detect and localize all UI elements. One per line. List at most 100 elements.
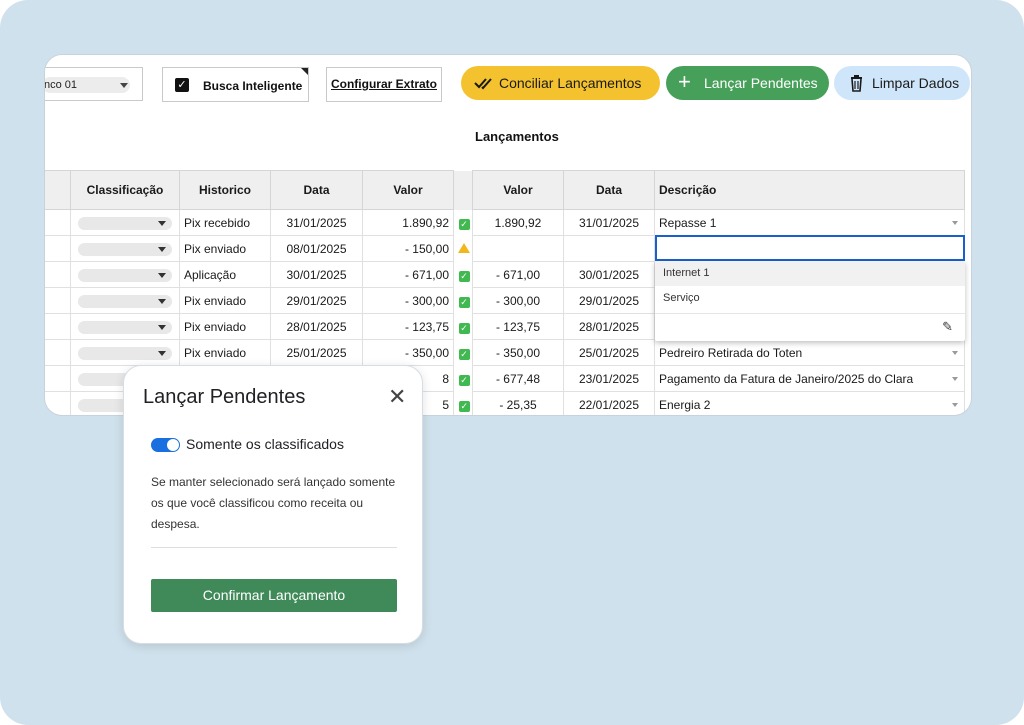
description-cell[interactable]: Repasse 1 xyxy=(654,209,965,236)
value-cell[interactable]: - 25,35 xyxy=(472,391,564,415)
table-row: Pix enviado 08/01/2025- 150,00 xyxy=(45,235,475,262)
post-pending-label: Lançar Pendentes xyxy=(704,75,818,91)
bank-select[interactable]: nco 01 xyxy=(45,67,143,101)
smart-search-toggle[interactable]: ✓ Busca Inteligente xyxy=(162,67,309,102)
value-cell[interactable] xyxy=(472,235,564,262)
classification-select[interactable] xyxy=(70,339,180,366)
classification-select[interactable] xyxy=(70,313,180,340)
chevron-down-icon xyxy=(158,299,166,304)
warning-icon xyxy=(458,242,470,253)
dropdown-option[interactable]: Internet 1 xyxy=(655,261,965,286)
section-title: Lançamentos xyxy=(475,129,559,144)
row-cell xyxy=(45,365,71,392)
value-cell[interactable]: - 300,00 xyxy=(472,287,564,314)
check-icon: ✓ xyxy=(458,322,470,334)
table-row: Pix enviado 28/01/2025- 123,75 ✓ xyxy=(45,313,475,340)
chevron-down-icon xyxy=(158,325,166,330)
description-text: Pagamento da Fatura de Janeiro/2025 do C… xyxy=(659,371,914,386)
column-header-blank xyxy=(45,170,71,210)
clear-data-label: Limpar Dados xyxy=(872,75,960,91)
value-cell[interactable]: - 677,48 xyxy=(472,365,564,392)
column-header-historico: Historico xyxy=(179,170,271,210)
description-text: Repasse 1 xyxy=(659,215,717,230)
checkbox-checked-icon[interactable]: ✓ xyxy=(175,78,189,92)
historico-cell[interactable]: Pix enviado xyxy=(179,313,271,340)
date-cell[interactable] xyxy=(563,235,655,262)
column-header-data: Data xyxy=(563,170,655,210)
dialog-description: Se manter selecionado será lançado somen… xyxy=(151,475,396,531)
configure-statement-button[interactable]: Configurar Extrato xyxy=(326,67,442,102)
historico-cell[interactable]: Pix recebido xyxy=(179,209,271,236)
value-cell[interactable]: 1.890,92 xyxy=(472,209,564,236)
table-row: Pix enviado 29/01/2025- 300,00 ✓ xyxy=(45,287,475,314)
description-text: Pedreiro Retirada do Toten xyxy=(659,345,803,360)
date-cell[interactable]: 29/01/2025 xyxy=(563,287,655,314)
chevron-down-icon xyxy=(952,221,958,225)
table-row: Pix recebido 31/01/2025 1.890,92 ✓ xyxy=(45,209,475,236)
description-cell[interactable]: Pagamento da Fatura de Janeiro/2025 do C… xyxy=(654,365,965,392)
check-icon: ✓ xyxy=(458,374,470,386)
historico-cell[interactable]: Pix enviado xyxy=(179,287,271,314)
row-cell xyxy=(45,235,71,262)
check-icon: ✓ xyxy=(458,348,470,360)
value-cell[interactable]: - 671,00 xyxy=(362,261,454,288)
clear-data-button[interactable]: Limpar Dados xyxy=(834,66,970,100)
reconcile-button[interactable]: Conciliar Lançamentos xyxy=(461,66,660,100)
pencil-icon[interactable]: ✎ xyxy=(942,319,953,335)
row-cell xyxy=(45,261,71,288)
historico-cell[interactable]: Pix enviado xyxy=(179,235,271,262)
date-cell[interactable]: 31/01/2025 xyxy=(270,209,363,236)
dropdown-option[interactable]: Serviço xyxy=(655,286,965,311)
value-cell[interactable]: - 300,00 xyxy=(362,287,454,314)
only-classified-toggle[interactable] xyxy=(151,438,180,452)
historico-cell[interactable]: Pix enviado xyxy=(179,339,271,366)
classification-select[interactable] xyxy=(70,287,180,314)
value-cell[interactable]: - 123,75 xyxy=(362,313,454,340)
check-icon: ✓ xyxy=(458,296,470,308)
description-text: Energia 2 xyxy=(659,397,711,412)
toggle-knob xyxy=(167,439,179,451)
date-cell[interactable]: 28/01/2025 xyxy=(270,313,363,340)
date-cell[interactable]: 25/01/2025 xyxy=(563,339,655,366)
confirm-post-button[interactable]: Confirmar Lançamento xyxy=(151,579,397,612)
date-cell[interactable]: 28/01/2025 xyxy=(563,313,655,340)
classification-select[interactable] xyxy=(70,261,180,288)
date-cell[interactable]: 23/01/2025 xyxy=(563,365,655,392)
date-cell[interactable]: 31/01/2025 xyxy=(563,209,655,236)
column-header-descricao: Descrição xyxy=(654,170,965,210)
bank-select-value: nco 01 xyxy=(45,77,130,93)
value-cell[interactable]: - 350,00 xyxy=(362,339,454,366)
table-row: - 25,35 22/01/2025 Energia 2 xyxy=(472,391,965,415)
historico-cell[interactable]: Aplicação xyxy=(179,261,271,288)
value-cell[interactable]: - 123,75 xyxy=(472,313,564,340)
column-header-classificacao: Classificação xyxy=(70,170,180,210)
post-pending-button[interactable]: + Lançar Pendentes xyxy=(666,66,829,100)
reconcile-label: Conciliar Lançamentos xyxy=(499,75,642,91)
value-cell[interactable]: - 350,00 xyxy=(472,339,564,366)
date-cell[interactable]: 30/01/2025 xyxy=(270,261,363,288)
date-cell[interactable]: 30/01/2025 xyxy=(563,261,655,288)
table-row: - 350,00 25/01/2025 Pedreiro Retirada do T… xyxy=(472,339,965,366)
row-cell xyxy=(45,209,71,236)
value-cell[interactable]: 1.890,92 xyxy=(362,209,454,236)
date-cell[interactable]: 25/01/2025 xyxy=(270,339,363,366)
table-row: 1.890,92 31/01/2025 Repasse 1 xyxy=(472,209,965,236)
plus-icon: + xyxy=(678,69,691,94)
date-cell[interactable]: 08/01/2025 xyxy=(270,235,363,262)
classification-select[interactable] xyxy=(70,209,180,236)
chevron-down-icon xyxy=(952,351,958,355)
description-cell[interactable]: Energia 2 xyxy=(654,391,965,415)
value-cell[interactable]: - 671,00 xyxy=(472,261,564,288)
chevron-down-icon xyxy=(158,247,166,252)
close-icon[interactable]: ✕ xyxy=(388,384,406,410)
chevron-down-icon xyxy=(952,403,958,407)
date-cell[interactable]: 29/01/2025 xyxy=(270,287,363,314)
classification-select[interactable] xyxy=(70,235,180,262)
table-row: Aplicação 30/01/2025- 671,00 ✓ xyxy=(45,261,475,288)
row-cell xyxy=(45,313,71,340)
date-cell[interactable]: 22/01/2025 xyxy=(563,391,655,415)
table-row: - 677,48 23/01/2025 Pagamento da Fatura de… xyxy=(472,365,965,392)
description-input[interactable] xyxy=(655,235,965,261)
value-cell[interactable]: - 150,00 xyxy=(362,235,454,262)
description-cell[interactable]: Pedreiro Retirada do Toten xyxy=(654,339,965,366)
